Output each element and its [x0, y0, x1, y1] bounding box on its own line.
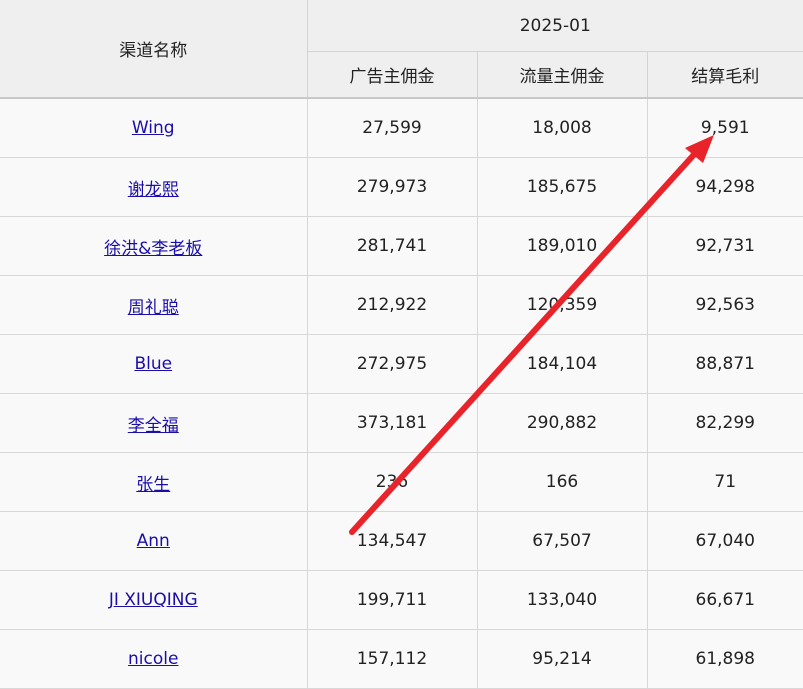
settlement-profit-cell: 94,298 [647, 157, 803, 217]
table-row: 谢龙熙 279,973 185,675 94,298 [0, 157, 803, 217]
advertiser-commission-cell: 281,741 [307, 216, 478, 276]
settlement-profit-cell: 9,591 [647, 98, 803, 158]
publisher-commission-cell: 290,882 [477, 393, 648, 453]
channel-name-cell: nicole [0, 629, 308, 689]
table-row: Blue 272,975 184,104 88,871 [0, 334, 803, 394]
channel-name-cell: 周礼聪 [0, 275, 308, 335]
advertiser-commission-cell: 279,973 [307, 157, 478, 217]
channel-name-cell: Ann [0, 511, 308, 571]
settlement-profit-cell: 71 [647, 452, 803, 512]
channel-name-header: 渠道名称 [0, 0, 308, 99]
settlement-profit-header: 结算毛利 [647, 51, 803, 99]
advertiser-commission-cell: 157,112 [307, 629, 478, 689]
table-row: nicole 157,112 95,214 61,898 [0, 629, 803, 689]
publisher-commission-cell: 184,104 [477, 334, 648, 394]
channel-name-cell: JI XIUQING [0, 570, 308, 630]
publisher-commission-cell: 133,040 [477, 570, 648, 630]
advertiser-commission-cell: 134,547 [307, 511, 478, 571]
channel-link[interactable]: 周礼聪 [128, 298, 179, 318]
settlement-profit-cell: 67,040 [647, 511, 803, 571]
channel-link[interactable]: 谢龙熙 [128, 180, 179, 200]
channel-link[interactable]: 张生 [136, 475, 170, 495]
settlement-profit-cell: 92,731 [647, 216, 803, 276]
channel-link[interactable]: 徐洪&李老板 [104, 239, 202, 259]
table-row: Ann 134,547 67,507 67,040 [0, 511, 803, 571]
channel-name-cell: Blue [0, 334, 308, 394]
channel-link[interactable]: 李全福 [128, 416, 179, 436]
advertiser-commission-header: 广告主佣金 [307, 51, 478, 99]
publisher-commission-cell: 166 [477, 452, 648, 512]
advertiser-commission-cell: 373,181 [307, 393, 478, 453]
settlement-profit-cell: 92,563 [647, 275, 803, 335]
channel-name-cell: Wing [0, 98, 308, 158]
table-row: Wing 27,599 18,008 9,591 [0, 98, 803, 158]
publisher-commission-cell: 18,008 [477, 98, 648, 158]
advertiser-commission-cell: 272,975 [307, 334, 478, 394]
advertiser-commission-cell: 236 [307, 452, 478, 512]
channel-name-cell: 谢龙熙 [0, 157, 308, 217]
advertiser-commission-cell: 199,711 [307, 570, 478, 630]
publisher-commission-cell: 67,507 [477, 511, 648, 571]
publisher-commission-cell: 185,675 [477, 157, 648, 217]
table-row: 张生 236 166 71 [0, 452, 803, 512]
channel-link[interactable]: Ann [137, 531, 170, 551]
channel-name-cell: 徐洪&李老板 [0, 216, 308, 276]
table-row: 周礼聪 212,922 120,359 92,563 [0, 275, 803, 335]
channel-link[interactable]: Blue [134, 354, 172, 374]
table-row: JI XIUQING 199,711 133,040 66,671 [0, 570, 803, 630]
settlement-profit-cell: 82,299 [647, 393, 803, 453]
channel-name-cell: 李全福 [0, 393, 308, 453]
channel-link[interactable]: JI XIUQING [109, 590, 198, 610]
publisher-commission-header: 流量主佣金 [477, 51, 648, 99]
channel-commission-table: 渠道名称 2025-01 广告主佣金 流量主佣金 结算毛利 Wing 27,599… [0, 0, 803, 689]
channel-link[interactable]: nicole [128, 649, 178, 669]
settlement-profit-cell: 66,671 [647, 570, 803, 630]
advertiser-commission-cell: 27,599 [307, 98, 478, 158]
channel-link[interactable]: Wing [132, 118, 175, 138]
settlement-profit-cell: 88,871 [647, 334, 803, 394]
channel-name-cell: 张生 [0, 452, 308, 512]
publisher-commission-cell: 95,214 [477, 629, 648, 689]
period-header: 2025-01 [307, 0, 803, 52]
publisher-commission-cell: 120,359 [477, 275, 648, 335]
publisher-commission-cell: 189,010 [477, 216, 648, 276]
table-row: 徐洪&李老板 281,741 189,010 92,731 [0, 216, 803, 276]
settlement-profit-cell: 61,898 [647, 629, 803, 689]
advertiser-commission-cell: 212,922 [307, 275, 478, 335]
table-row: 李全福 373,181 290,882 82,299 [0, 393, 803, 453]
